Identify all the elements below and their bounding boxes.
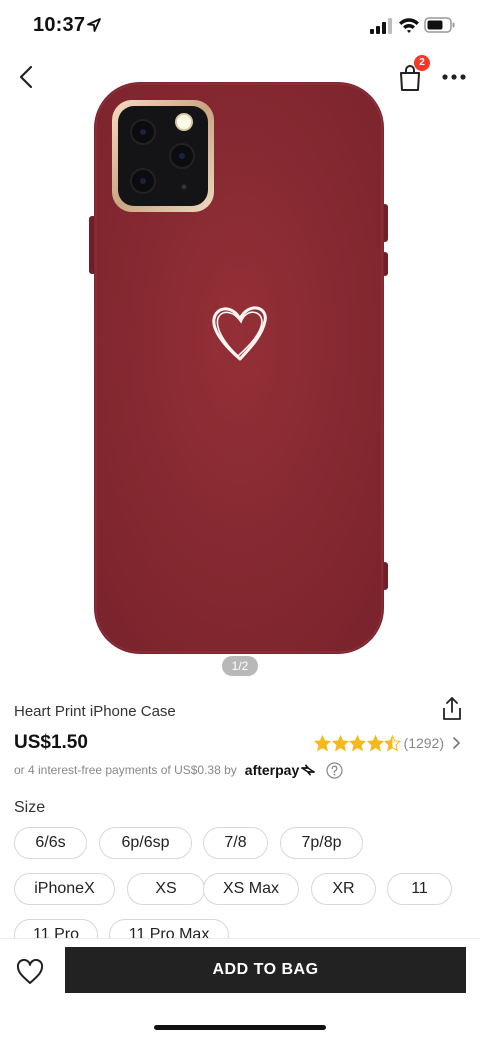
size-options: 6/6s 6p/6sp 7/8 7p/8p iPhoneX XS XS Max … [14,827,466,942]
size-section-label: Size [14,799,46,816]
product-image[interactable] [0,66,480,686]
afterpay-row: or 4 interest-free payments of US$0.38 b… [14,760,466,780]
status-bar: 10:37 [0,0,480,50]
rating-summary[interactable]: (1292) [314,732,462,754]
product-price: US$1.50 [14,732,88,753]
size-option-11[interactable]: 11 [387,873,452,905]
afterpay-arrows-icon [301,764,316,776]
rating-stars [314,734,402,752]
title-row: Heart Print iPhone Case [14,697,466,724]
phone-case-illustration [89,82,388,654]
share-icon[interactable] [440,696,464,722]
product-title: Heart Print iPhone Case [14,703,176,720]
size-option-xs-max[interactable]: XS Max [203,873,299,905]
afterpay-installment-text: or 4 interest-free payments of US$0.38 b… [14,763,237,777]
help-question-icon[interactable] [326,761,343,779]
size-option-iphonex[interactable]: iPhoneX [14,873,115,905]
size-option-7-8[interactable]: 7/8 [203,827,268,859]
gallery-page-indicator: 1/2 [222,656,258,676]
size-option-6-6s[interactable]: 6/6s [14,827,87,859]
size-option-6p-6sp[interactable]: 6p/6sp [99,827,192,859]
wifi-icon [399,18,419,33]
star-full-icon [331,734,349,751]
price-row: US$1.50 (1292) [14,730,466,756]
location-arrow-icon [87,18,101,32]
add-to-bag-button[interactable]: ADD TO BAG [65,947,466,993]
star-full-icon [314,734,332,751]
size-option-xs[interactable]: XS [127,873,205,905]
cellular-signal-icon [370,18,392,34]
star-full-icon [366,734,384,751]
afterpay-logo: afterpay [245,762,316,778]
home-indicator [154,1025,326,1030]
bottom-action-bar: ADD TO BAG [0,938,480,1039]
star-full-icon [349,734,367,751]
size-option-7p-8p[interactable]: 7p/8p [280,827,363,859]
afterpay-brand: afterpay [244,762,300,778]
more-options-icon[interactable] [440,66,468,88]
bag-count-badge: 2 [414,55,430,71]
top-nav: 2 [0,54,480,100]
star-half-icon [384,734,402,751]
size-option-xr[interactable]: XR [311,873,376,905]
review-count: (1292) [403,735,444,751]
wishlist-heart-icon[interactable] [16,959,44,985]
chevron-right-icon [453,737,460,749]
status-time: 10:37 [33,14,86,36]
battery-icon [424,17,455,33]
back-chevron-icon[interactable] [12,62,40,92]
